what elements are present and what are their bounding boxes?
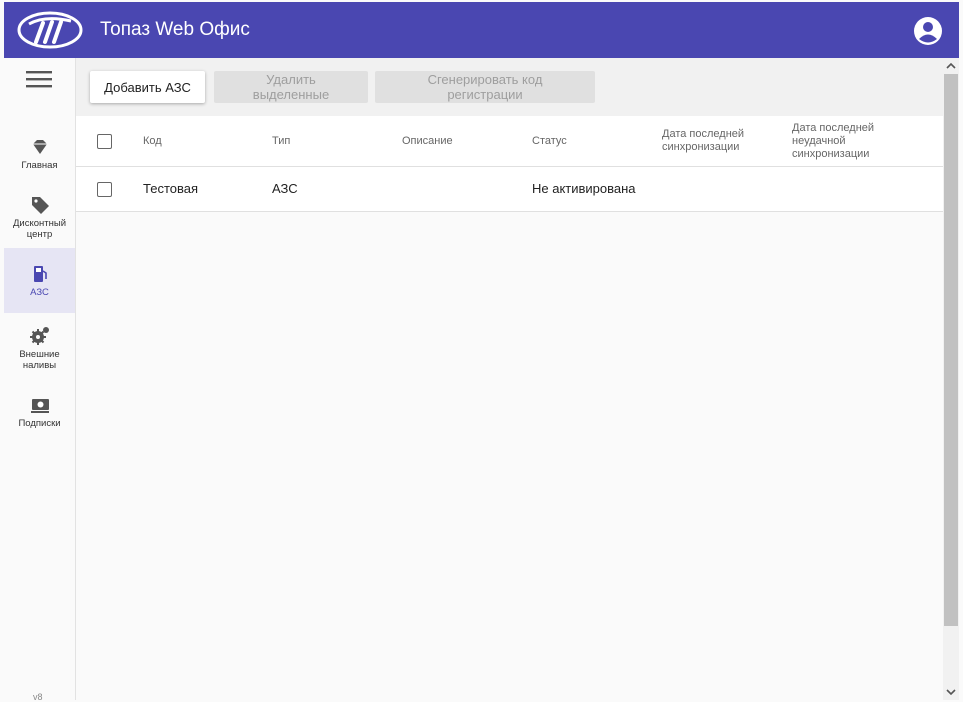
- app-header: Топаз Web Офис: [4, 2, 959, 58]
- app-version: v8: [33, 692, 43, 702]
- sidebar-item-subscriptions[interactable]: Подписки: [4, 394, 75, 429]
- diamond-icon: [32, 140, 47, 154]
- column-header-status[interactable]: Статус: [532, 135, 567, 148]
- sidebar-item-discount-center[interactable]: Дисконтный центр: [4, 194, 75, 240]
- add-azs-button[interactable]: Добавить АЗС: [90, 71, 205, 103]
- sidebar-item-label: Дисконтный центр: [12, 218, 66, 240]
- gears-icon: [29, 327, 49, 345]
- sidebar-item-label: АЗС: [30, 287, 49, 298]
- topaz-logo[interactable]: [17, 10, 83, 50]
- column-header-description[interactable]: Описание: [402, 135, 453, 148]
- cell-code: Тестовая: [143, 181, 199, 196]
- chevron-down-icon[interactable]: [943, 684, 959, 700]
- column-header-type[interactable]: Тип: [272, 135, 290, 148]
- cell-type: АЗС: [272, 181, 298, 196]
- column-header-last-failed-sync[interactable]: Дата последней неудачной синхронизации: [792, 122, 912, 161]
- vertical-scrollbar[interactable]: [943, 58, 959, 700]
- azs-table: Код Тип Описание Статус Дата последней с…: [76, 116, 943, 212]
- scrollbar-thumb[interactable]: [944, 74, 958, 626]
- sidebar-item-label: Внешние наливы: [19, 349, 60, 371]
- main-content: Добавить АЗС Удалить выделенные Сгенерир…: [76, 58, 943, 700]
- generate-registration-code-button: Сгенерировать код регистрации: [375, 71, 595, 103]
- fuel-station-icon: [33, 266, 47, 282]
- select-all-checkbox[interactable]: [97, 134, 112, 149]
- sidebar-item-azs[interactable]: АЗС: [4, 248, 75, 313]
- sidebar-item-home[interactable]: Главная: [4, 136, 75, 171]
- hamburger-menu-icon[interactable]: [26, 70, 52, 90]
- column-header-last-sync[interactable]: Дата последней синхронизации: [662, 128, 772, 154]
- column-header-code[interactable]: Код: [143, 135, 162, 148]
- row-checkbox[interactable]: [97, 182, 112, 197]
- sidebar-item-external-fills[interactable]: Внешние наливы: [4, 325, 75, 371]
- toolbar: Добавить АЗС Удалить выделенные Сгенерир…: [76, 58, 943, 116]
- tag-icon: [31, 197, 49, 214]
- delete-selected-button: Удалить выделенные: [214, 71, 368, 103]
- cell-status: Не активирована: [532, 181, 636, 196]
- sidebar: Главная Дисконтный центр АЗС Внешние нал…: [4, 58, 76, 702]
- chevron-up-icon[interactable]: [943, 58, 959, 74]
- table-row[interactable]: Тестовая АЗС Не активирована: [76, 167, 943, 212]
- sidebar-item-label: Подписки: [18, 418, 61, 429]
- sidebar-item-label: Главная: [21, 160, 58, 171]
- account-circle-icon[interactable]: [913, 16, 943, 46]
- table-header: Код Тип Описание Статус Дата последней с…: [76, 116, 943, 167]
- subscription-icon: [30, 399, 49, 413]
- app-title: Топаз Web Офис: [100, 19, 250, 40]
